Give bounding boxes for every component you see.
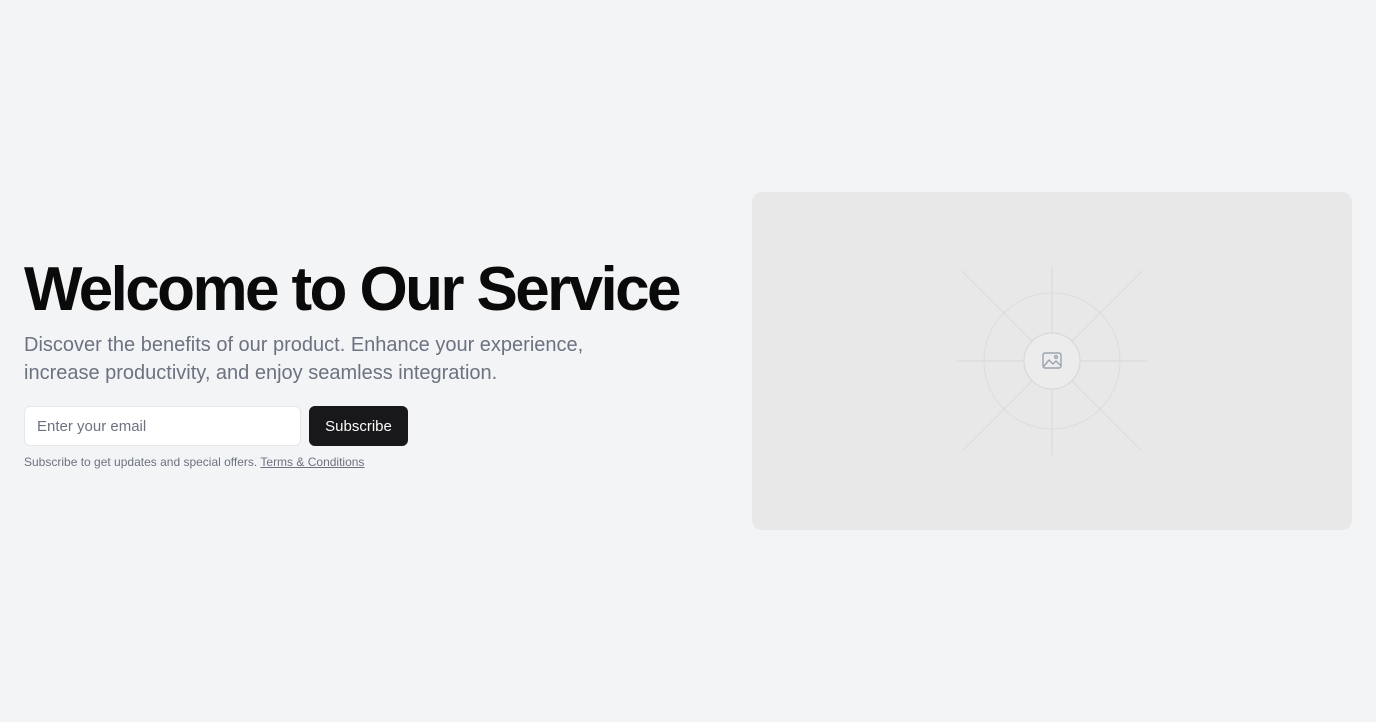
hero-subtitle: Discover the benefits of our product. En…	[24, 334, 584, 384]
fineprint-text: Subscribe to get updates and special off…	[24, 455, 258, 469]
subscribe-button[interactable]: Subscribe	[309, 406, 408, 446]
email-input[interactable]	[24, 406, 301, 446]
placeholder-graphic	[957, 267, 1147, 455]
hero-title: Welcome to Our Service	[24, 255, 682, 324]
fineprint: Subscribe to get updates and special off…	[24, 455, 704, 469]
hero-section: Welcome to Our Service Discover the bene…	[0, 0, 1376, 722]
hero-content: Welcome to Our Service Discover the bene…	[24, 258, 704, 469]
subscribe-form: Subscribe	[24, 406, 704, 446]
image-placeholder	[752, 192, 1352, 530]
terms-link[interactable]: Terms & Conditions	[260, 455, 364, 469]
